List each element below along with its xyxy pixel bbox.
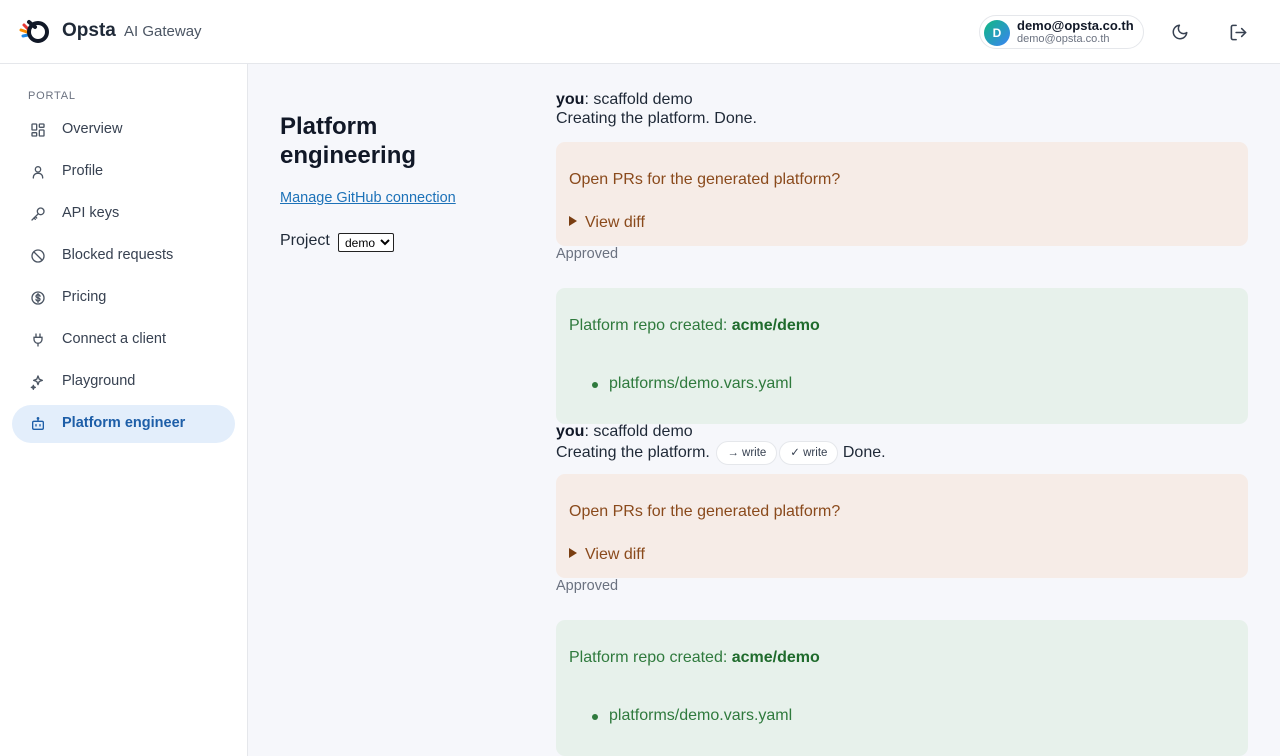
sidebar-item-overview[interactable]: Overview (12, 111, 235, 149)
manage-github-connection-link[interactable]: Manage GitHub connection (280, 190, 456, 206)
view-diff-toggle[interactable]: View diff (569, 546, 645, 564)
grid-icon (31, 123, 45, 137)
ban-icon (31, 249, 45, 263)
brand-subtitle: AI Gateway (124, 23, 202, 40)
bot-icon (32, 417, 44, 430)
approved-status: Approved (556, 246, 619, 262)
sidebar-item-playground[interactable]: Playground (12, 363, 235, 401)
view-diff-label: View diff (585, 214, 645, 231)
project-select[interactable]: demo (338, 233, 394, 252)
view-diff-label: View diff (585, 546, 645, 563)
speaker-label: you (556, 91, 585, 108)
key-icon (31, 207, 45, 221)
sidebar-item-label: Pricing (62, 289, 107, 305)
sparkles-icon (30, 375, 43, 390)
disclosure-triangle-icon (569, 216, 577, 226)
user-icon (32, 166, 44, 179)
repo-name: acme/demo (731, 317, 820, 334)
status-text: Creating the platform. (556, 444, 710, 462)
user-message: you: scaffold demo (556, 423, 693, 441)
user-name: demo@opsta.co.th (1017, 18, 1134, 33)
message-text: : scaffold demo (584, 91, 693, 108)
top-bar: Opsta AI Gateway D demo@opsta.co.th demo… (0, 0, 1280, 64)
sidebar-section-label: PORTAL (28, 90, 76, 102)
project-label: Project (280, 232, 330, 249)
logout-icon (1230, 24, 1246, 40)
sidebar-item-pricing[interactable]: Pricing (12, 279, 235, 317)
message-text: : scaffold demo (584, 423, 693, 440)
sidebar-item-blocked-requests[interactable]: Blocked requests (12, 237, 235, 275)
dollar-icon (31, 291, 45, 305)
theme-toggle-button[interactable] (1166, 18, 1194, 46)
opsta-logo-icon (19, 20, 49, 43)
sidebar-item-label: Connect a client (62, 331, 166, 347)
sidebar-item-profile[interactable]: Profile (12, 153, 235, 191)
repo-created-card: Platform repo created: acme/demo platfor… (556, 288, 1248, 424)
pr-question: Open PRs for the generated platform? (569, 503, 841, 520)
sidebar-item-label: Blocked requests (62, 247, 174, 263)
disclosure-triangle-icon (569, 548, 577, 558)
sidebar-item-api-keys[interactable]: API keys (12, 195, 235, 233)
pr-approval-card: Open PRs for the generated platform? Vie… (556, 474, 1248, 578)
sidebar-item-platform-engineer[interactable]: Platform engineer (12, 405, 235, 443)
repo-created-text: Platform repo created: acme/demo (569, 317, 820, 335)
generated-file: platforms/demo.vars.yaml (609, 375, 793, 392)
sidebar-item-label: Playground (62, 373, 136, 389)
tool-result-pill[interactable]: ✓ write (779, 441, 839, 465)
user-email: demo@opsta.co.th (1017, 33, 1110, 45)
repo-created-label: Platform repo created: (569, 317, 732, 334)
bullet-icon (592, 714, 598, 720)
speaker-label: you (556, 423, 585, 440)
sidebar-item-label: Profile (62, 163, 104, 179)
pr-question: Open PRs for the generated platform? (569, 171, 841, 188)
avatar: D (984, 20, 1010, 46)
repo-created-text: Platform repo created: acme/demo (569, 649, 820, 667)
plug-icon (33, 333, 43, 347)
page-title: Platform engineering (280, 113, 417, 169)
repo-name: acme/demo (731, 649, 820, 666)
approved-status: Approved (556, 578, 619, 594)
tool-call-pill[interactable]: → write (716, 441, 778, 465)
generated-file: platforms/demo.vars.yaml (609, 707, 793, 724)
sidebar: PORTAL Overview Profile API keys Blocked… (0, 64, 248, 756)
bullet-icon (592, 382, 598, 388)
assistant-status: Creating the platform. Done. (556, 110, 757, 128)
assistant-status: Creating the platform. → write ✓ write Do… (556, 441, 886, 465)
brand-name: Opsta (62, 20, 116, 41)
user-menu[interactable]: D demo@opsta.co.th demo@opsta.co.th (979, 15, 1144, 49)
status-suffix: Done. (709, 110, 757, 127)
moon-icon (1172, 24, 1188, 40)
view-diff-toggle[interactable]: View diff (569, 214, 645, 232)
logout-button[interactable] (1224, 18, 1252, 46)
status-suffix: Done. (842, 444, 886, 462)
status-text: Creating the platform. (556, 110, 710, 127)
sidebar-item-connect-a-client[interactable]: Connect a client (12, 321, 235, 359)
repo-created-label: Platform repo created: (569, 649, 732, 666)
sidebar-item-label: API keys (62, 205, 120, 221)
repo-created-card: Platform repo created: acme/demo platfor… (556, 620, 1248, 756)
sidebar-item-label: Overview (62, 121, 123, 137)
sidebar-item-label: Platform engineer (62, 415, 186, 431)
pr-approval-card: Open PRs for the generated platform? Vie… (556, 142, 1248, 246)
user-message: you: scaffold demo (556, 91, 693, 109)
